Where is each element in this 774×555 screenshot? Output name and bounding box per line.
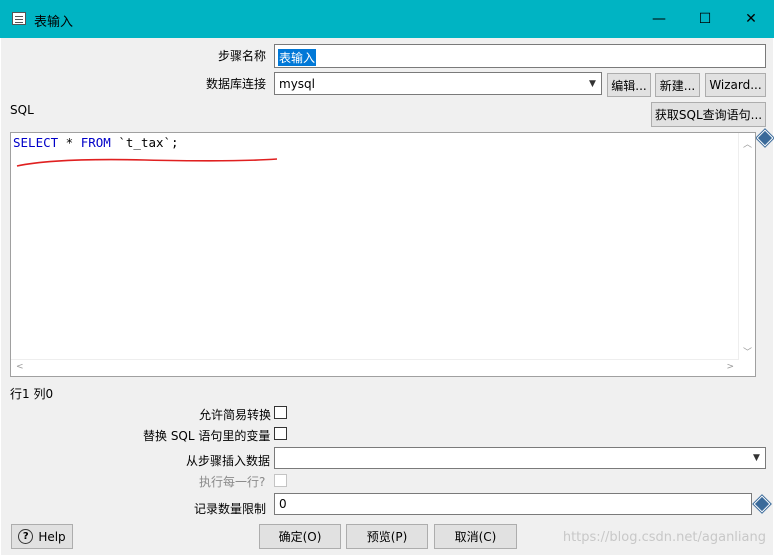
db-connection-label: 数据库连接 bbox=[206, 77, 267, 91]
wizard-button[interactable]: Wizard... bbox=[705, 73, 766, 97]
sql-code: SELECT * FROM `t_tax`; bbox=[13, 135, 179, 150]
chevron-down-icon[interactable]: ▼ bbox=[748, 448, 765, 468]
help-icon: ? bbox=[18, 529, 34, 544]
replace-variables-label: 替换 SQL 语句里的变量 bbox=[143, 429, 271, 443]
window-title: 表输入 bbox=[34, 15, 74, 30]
scroll-up-icon[interactable]: ︿ bbox=[743, 137, 752, 150]
chevron-down-icon[interactable]: ▼ bbox=[584, 73, 601, 94]
limit-input[interactable]: 0 bbox=[274, 493, 752, 515]
execute-each-row-label: 执行每一行? bbox=[199, 475, 266, 489]
insert-from-step-label: 从步骤插入数据 bbox=[186, 454, 271, 468]
ok-button[interactable]: 确定(O) bbox=[259, 524, 341, 549]
horizontal-scrollbar[interactable]: < > bbox=[11, 359, 739, 376]
db-connection-value: mysql bbox=[279, 77, 315, 91]
limit-value: 0 bbox=[279, 497, 287, 511]
sql-editor[interactable]: SELECT * FROM `t_tax`; ︿ ﹀ < > bbox=[10, 132, 756, 377]
limit-label: 记录数量限制 bbox=[194, 502, 267, 516]
sql-label: SQL bbox=[10, 103, 34, 117]
lazy-conversion-label: 允许简易转换 bbox=[199, 408, 272, 422]
lazy-conversion-checkbox[interactable] bbox=[274, 406, 287, 419]
step-name-input[interactable]: 表输入 bbox=[274, 44, 766, 68]
minimize-button[interactable]: — bbox=[636, 0, 682, 38]
sql-keyword-select: SELECT bbox=[13, 135, 59, 150]
help-button[interactable]: ? Help bbox=[11, 524, 73, 549]
title-bar[interactable]: 表输入 — ☐ ✕ bbox=[0, 0, 774, 38]
get-sql-button[interactable]: 获取SQL查询语句... bbox=[651, 102, 766, 127]
sql-keyword-from: FROM bbox=[80, 135, 111, 150]
scroll-right-icon[interactable]: > bbox=[726, 362, 734, 372]
cursor-position: 行1 列0 bbox=[10, 387, 54, 401]
scroll-left-icon[interactable]: < bbox=[16, 362, 24, 372]
execute-each-row-checkbox[interactable] bbox=[274, 474, 287, 487]
replace-variables-checkbox[interactable] bbox=[274, 427, 287, 440]
red-underline-annotation bbox=[16, 158, 278, 167]
preview-button[interactable]: 预览(P) bbox=[346, 524, 428, 549]
sql-table: `t_tax`; bbox=[110, 135, 179, 150]
maximize-button[interactable]: ☐ bbox=[682, 0, 728, 38]
edit-connection-button[interactable]: 编辑... bbox=[607, 73, 651, 97]
watermark: https://blog.csdn.net/aganliang bbox=[562, 530, 766, 545]
insert-from-step-select[interactable]: ▼ bbox=[274, 447, 766, 469]
app-icon bbox=[12, 12, 26, 25]
db-connection-select[interactable]: mysql ▼ bbox=[274, 72, 602, 95]
help-button-label: Help bbox=[38, 529, 66, 544]
scroll-down-icon[interactable]: ﹀ bbox=[743, 345, 752, 358]
cancel-button[interactable]: 取消(C) bbox=[434, 524, 517, 549]
new-connection-button[interactable]: 新建... bbox=[655, 73, 700, 97]
step-name-label: 步骤名称 bbox=[218, 49, 267, 63]
sql-star: * bbox=[58, 135, 81, 150]
step-name-value: 表输入 bbox=[278, 49, 317, 66]
close-button[interactable]: ✕ bbox=[728, 0, 774, 38]
vertical-scrollbar[interactable]: ︿ ﹀ bbox=[738, 133, 755, 360]
